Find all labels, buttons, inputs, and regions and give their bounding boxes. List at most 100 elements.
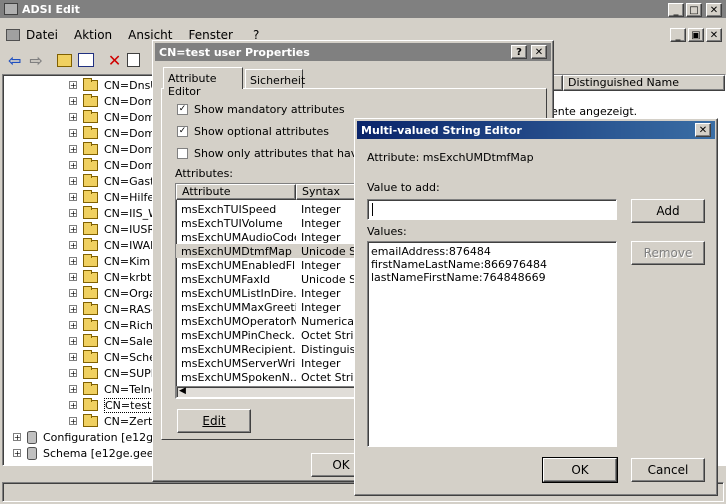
show-tree-icon[interactable] [77,53,94,67]
mvs-cancel-button[interactable]: Cancel [631,458,705,482]
col-header-syntax[interactable]: Syntax [296,184,362,200]
expand-icon[interactable]: + [69,273,77,282]
attribute-row[interactable]: msExchUMSpokenN... Octet Strin [176,370,362,384]
chk-only-row[interactable]: Show only attributes that have va [177,147,381,160]
expand-icon[interactable]: + [69,193,77,202]
tab-sicherheit[interactable]: Sicherheit [245,69,305,89]
up-folder-icon[interactable] [56,53,72,67]
attribute-list[interactable]: Attribute Syntax msExchTUISpeed Integer ms… [175,183,363,399]
expand-icon[interactable]: + [69,257,77,266]
mvs-ok-button[interactable]: OK [542,457,618,483]
tree-item[interactable]: + CN=Sales [3,333,163,349]
expand-icon[interactable]: + [69,321,77,330]
chk-mandatory-row[interactable]: ✓ Show mandatory attributes [177,103,345,116]
attribute-row[interactable]: msExchUMAudioCodec Integer [176,230,362,244]
attribute-row[interactable]: msExchUMEnabledFl... Integer [176,258,362,272]
minimize-button[interactable]: _ [668,3,684,17]
tree-item[interactable]: + CN=RAS- [3,301,163,317]
tree-item[interactable]: + CN=IIS_W [3,205,163,221]
mdi-restore-button[interactable]: ▣ [688,28,704,42]
tree-item[interactable]: + CN=IWAM [3,237,163,253]
menu-datei[interactable]: Datei [26,28,58,42]
expand-icon[interactable]: + [69,289,77,298]
tree-item[interactable]: + CN=krbtg [3,269,163,285]
tab-attribute-editor[interactable]: Attribute Editor [163,67,243,98]
delete-icon[interactable]: ✕ [108,51,121,70]
expand-icon[interactable]: + [69,305,77,314]
value-to-add-input[interactable] [367,199,617,220]
expand-icon[interactable]: + [69,225,77,234]
expand-icon[interactable]: + [69,129,77,138]
col-header-attribute[interactable]: Attribute [176,184,296,200]
tree-item[interactable]: + CN=Telne [3,381,163,397]
expand-icon[interactable]: + [69,81,77,90]
back-icon[interactable]: ⇦ [8,51,21,70]
value-item[interactable]: firstNameLastName:866976484 [371,258,613,271]
attribute-row[interactable]: msExchUMRecipient... Distinguish [176,342,362,356]
attribute-row[interactable]: msExchUMFaxId Unicode S [176,272,362,286]
expand-icon[interactable]: + [69,385,77,394]
value-item[interactable]: emailAddress:876484 [371,245,613,258]
tree-item[interactable]: + CN=IUSR [3,221,163,237]
hscrollbar[interactable]: ◀ [176,386,362,398]
tree-item[interactable]: + CN=Domä [3,125,163,141]
attribute-row[interactable]: msExchUMPinCheck... Octet Strin [176,328,362,342]
attribute-row[interactable]: msExchTUISpeed Integer [176,202,362,216]
edit-button[interactable]: Edit [177,409,251,433]
expand-icon[interactable]: + [69,417,77,426]
attribute-row[interactable]: msExchUMOperatorN... Numerical [176,314,362,328]
tree-item[interactable]: + CN=Gast [3,173,163,189]
checkbox-mandatory[interactable]: ✓ [177,104,188,115]
maximize-button[interactable]: □ [686,3,702,17]
tree-item[interactable]: + CN=Domä [3,109,163,125]
add-button[interactable]: Add [631,199,705,223]
expand-icon[interactable]: + [69,161,77,170]
mdi-close-button[interactable]: ✕ [706,28,722,42]
expand-icon[interactable]: + [69,97,77,106]
expand-icon[interactable]: + [69,369,77,378]
tree-item[interactable]: + CN=Orga [3,285,163,301]
checkbox-only[interactable] [177,148,188,159]
mvs-close-button[interactable]: ✕ [695,123,711,137]
remove-button[interactable]: Remove [631,241,705,265]
mdi-minimize-button[interactable]: _ [670,28,686,42]
tree-item[interactable]: + CN=Domä [3,141,163,157]
checkbox-optional[interactable]: ✓ [177,126,188,137]
attribute-row[interactable]: msExchUMServerWri... Integer [176,356,362,370]
column-header-dn[interactable]: Distinguished Name [563,75,725,91]
properties-close-button[interactable]: ✕ [531,45,547,59]
tree-item[interactable]: + CN=SUPP [3,365,163,381]
tree-item[interactable]: + CN=Kim A [3,253,163,269]
expand-icon[interactable]: + [69,145,77,154]
menu-aktion[interactable]: Aktion [74,28,112,42]
scroll-left-icon[interactable]: ◀ [179,386,186,396]
expand-icon[interactable]: + [69,177,77,186]
tree-item[interactable]: + CN=Schei [3,349,163,365]
tree-item[interactable]: + CN=Zertifi [3,413,163,429]
tree-root-item[interactable]: + Schema [e12ge.geexc [3,445,163,461]
tree-item[interactable]: + CN=Richt [3,317,163,333]
forward-icon[interactable]: ⇨ [29,51,42,70]
expand-icon[interactable]: + [69,113,77,122]
tree-item[interactable]: + CN=DnsU [3,77,163,93]
expand-icon[interactable]: + [69,353,77,362]
value-item[interactable]: lastNameFirstName:764848669 [371,271,613,284]
properties-icon[interactable] [127,53,141,67]
chk-optional-row[interactable]: ✓ Show optional attributes [177,125,329,138]
tree-item[interactable]: + CN=Domä [3,157,163,173]
attribute-row[interactable]: msExchUMListInDire... Integer [176,286,362,300]
expand-icon[interactable]: + [13,433,21,442]
expand-icon[interactable]: + [69,241,77,250]
tree-item[interactable]: + CN=HilfeC [3,189,163,205]
expand-icon[interactable]: + [69,401,77,410]
tree-item[interactable]: + CN=Domä [3,93,163,109]
properties-help-button[interactable]: ? [511,45,527,59]
tree-root-item[interactable]: + Configuration [e12ge [3,429,163,445]
expand-icon[interactable]: + [69,209,77,218]
expand-icon[interactable]: + [13,449,21,458]
expand-icon[interactable]: + [69,337,77,346]
attribute-row[interactable]: msExchTUIVolume Integer [176,216,362,230]
attribute-row[interactable]: msExchUMMaxGreeti... Integer [176,300,362,314]
values-list[interactable]: emailAddress:876484 firstNameLastName:866… [367,241,617,447]
close-button[interactable]: ✕ [706,3,722,17]
